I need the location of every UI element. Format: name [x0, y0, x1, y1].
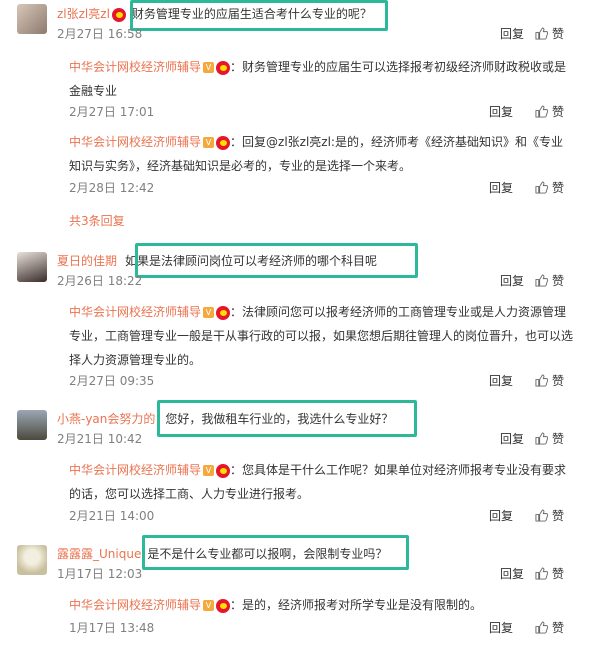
thumbs-up-icon — [535, 621, 548, 634]
weibo-badge-icon — [216, 598, 231, 613]
vip-badge-icon: V — [203, 465, 215, 476]
thumbs-up-icon — [535, 567, 548, 580]
username-link[interactable]: 中华会计网校经济师辅导 — [69, 598, 201, 612]
comment-time: 2月21日 10:42 — [57, 432, 143, 446]
thumbs-up-icon — [535, 27, 548, 40]
thumbs-up-icon — [535, 432, 548, 445]
more-replies-link[interactable]: 共3条回复 — [69, 212, 125, 229]
username-link[interactable]: 露露露_Unique — [57, 547, 141, 561]
username-link[interactable]: 中华会计网校经济师辅导 — [69, 135, 201, 149]
reply-line: 中华会计网校经济师辅导 V ：财务管理专业的应届生可以选择报考初级经济师财政税收或是… — [69, 55, 569, 103]
vip-badge-icon: V — [203, 137, 215, 148]
reply-line: 中华会计网校经济师辅导 V ：是的，经济师报考对所学专业是没有限制的。 — [69, 593, 574, 617]
like-button[interactable]: 赞 — [535, 565, 564, 582]
comment-time: 2月26日 18:22 — [57, 274, 143, 288]
like-label: 赞 — [552, 567, 565, 581]
like-button[interactable]: 赞 — [535, 372, 564, 389]
highlight-box — [130, 0, 388, 31]
avatar[interactable] — [17, 545, 47, 575]
highlight-box — [142, 535, 409, 570]
avatar[interactable] — [17, 4, 47, 34]
comment-time: 1月17日 12:03 — [57, 567, 143, 581]
thumbs-up-icon — [535, 374, 548, 387]
comment-time: 2月27日 16:58 — [57, 27, 143, 41]
highlight-box — [157, 400, 417, 437]
reply-button[interactable]: 回复 — [489, 179, 513, 196]
weibo-badge-icon — [216, 305, 231, 320]
username-link[interactable]: 中华会计网校经济师辅导 — [69, 463, 201, 477]
weibo-badge-icon — [216, 60, 231, 75]
thumbs-up-icon — [535, 105, 548, 118]
thumbs-up-icon — [535, 181, 548, 194]
avatar[interactable] — [17, 410, 47, 440]
like-button[interactable]: 赞 — [535, 507, 564, 524]
like-button[interactable]: 赞 — [535, 25, 564, 42]
username-link[interactable]: 小燕-yan会努力的 — [57, 412, 155, 426]
like-button[interactable]: 赞 — [535, 619, 564, 636]
reply-line: 中华会计网校经济师辅导 V ：您具体是干什么工作呢？如果单位对经济师报考专业没有要求… — [69, 458, 574, 506]
reply-button[interactable]: 回复 — [500, 430, 524, 447]
reply-text: ：是的，经济师报考对所学专业是没有限制的。 — [230, 598, 483, 612]
reply-time: 2月27日 09:35 — [69, 374, 155, 388]
reply-button[interactable]: 回复 — [489, 619, 513, 636]
username-link[interactable]: 夏日的佳期 — [57, 254, 117, 268]
vip-badge-icon: V — [203, 600, 215, 611]
like-label: 赞 — [552, 27, 565, 41]
username-link[interactable]: 中华会计网校经济师辅导 — [69, 60, 201, 74]
reply-button[interactable]: 回复 — [489, 103, 513, 120]
like-button[interactable]: 赞 — [535, 272, 564, 289]
like-button[interactable]: 赞 — [535, 179, 564, 196]
reply-button[interactable]: 回复 — [489, 372, 513, 389]
reply-line: 中华会计网校经济师辅导 V ：法律顾问您可以报考经济师的工商管理专业或是人力资源管理… — [69, 300, 574, 372]
like-label: 赞 — [552, 374, 565, 388]
like-button[interactable]: 赞 — [535, 103, 564, 120]
highlight-box — [135, 243, 418, 278]
weibo-badge-icon — [216, 135, 231, 150]
weibo-badge-icon — [111, 7, 126, 22]
like-button[interactable]: 赞 — [535, 430, 564, 447]
vip-badge-icon: V — [203, 62, 215, 73]
vip-badge-icon: V — [203, 307, 215, 318]
thumbs-up-icon — [535, 274, 548, 287]
like-label: 赞 — [552, 181, 565, 195]
like-label: 赞 — [552, 621, 565, 635]
like-label: 赞 — [552, 105, 565, 119]
username-link[interactable]: zl张zl亮zl — [57, 7, 110, 21]
weibo-badge-icon — [216, 463, 231, 478]
reply-time: 2月27日 17:01 — [69, 105, 155, 119]
avatar[interactable] — [17, 252, 47, 282]
reply-time: 2月28日 12:42 — [69, 181, 155, 195]
like-label: 赞 — [552, 274, 565, 288]
reply-time: 1月17日 13:48 — [69, 621, 155, 635]
reply-button[interactable]: 回复 — [500, 25, 524, 42]
thumbs-up-icon — [535, 509, 548, 522]
username-link[interactable]: 中华会计网校经济师辅导 — [69, 305, 201, 319]
reply-button[interactable]: 回复 — [500, 272, 524, 289]
like-label: 赞 — [552, 432, 565, 446]
reply-time: 2月21日 14:00 — [69, 509, 155, 523]
reply-button[interactable]: 回复 — [500, 565, 524, 582]
reply-line: 中华会计网校经济师辅导 V ：回复@zl张zl亮zl:是的，经济师考《经济基础知识》… — [69, 130, 569, 178]
like-label: 赞 — [552, 509, 565, 523]
reply-button[interactable]: 回复 — [489, 507, 513, 524]
